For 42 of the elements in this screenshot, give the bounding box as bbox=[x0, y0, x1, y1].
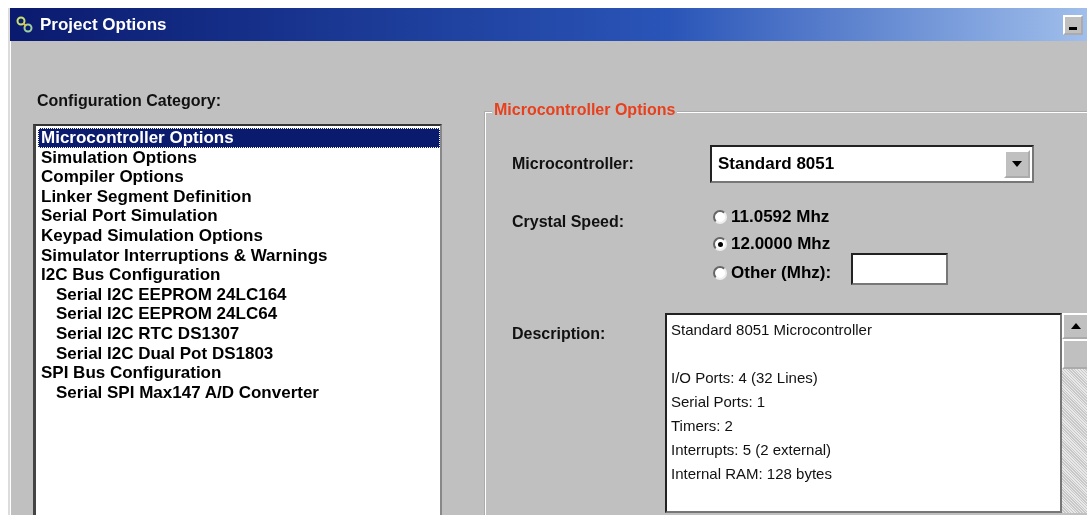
radio-label: 11.0592 Mhz bbox=[731, 207, 830, 227]
scrollbar[interactable] bbox=[1062, 313, 1087, 513]
scroll-up-button[interactable] bbox=[1062, 313, 1087, 339]
category-item[interactable]: Compiler Options bbox=[38, 167, 440, 187]
other-speed-field[interactable] bbox=[851, 253, 949, 285]
crystal-speed-label: Crystal Speed: bbox=[512, 213, 626, 231]
description-label: Description: bbox=[512, 325, 607, 343]
radio-button[interactable] bbox=[713, 210, 727, 224]
category-item[interactable]: Serial I2C Dual Pot DS1803 bbox=[38, 343, 440, 364]
category-item[interactable]: Simulator Interruptions & Warnings bbox=[38, 245, 440, 266]
description-line: Interrupts: 5 (2 external) bbox=[671, 440, 833, 460]
category-item[interactable]: Keypad Simulation Options bbox=[38, 225, 440, 246]
category-item[interactable]: Microcontroller Options bbox=[38, 128, 440, 148]
category-item[interactable]: Serial SPI Max147 A/D Converter bbox=[38, 382, 440, 403]
radio-label: Other (Mhz): bbox=[731, 263, 832, 283]
description-line: Timers: 2 bbox=[671, 416, 734, 436]
category-item[interactable]: Serial I2C EEPROM 24LC64 bbox=[38, 304, 440, 324]
radio-button[interactable] bbox=[713, 237, 727, 251]
window-title: Project Options bbox=[40, 14, 168, 35]
category-label: Configuration Category: bbox=[37, 92, 222, 110]
microcontroller-label: Microcontroller: bbox=[512, 155, 635, 173]
group-title: Microcontroller Options bbox=[492, 101, 678, 119]
description-heading: Standard 8051 Microcontroller bbox=[671, 320, 873, 340]
description-line: I/O Ports: 4 (32 Lines) bbox=[671, 368, 819, 388]
category-item[interactable]: Serial I2C EEPROM 24LC164 bbox=[38, 284, 440, 305]
category-item[interactable]: Serial I2C RTC DS1307 bbox=[38, 323, 440, 344]
category-item[interactable]: I2C Bus Configuration bbox=[38, 265, 440, 285]
microcontroller-dropdown[interactable]: Standard 8051 bbox=[710, 145, 1034, 183]
minimize-button[interactable] bbox=[1063, 14, 1083, 35]
category-item[interactable]: Serial Port Simulation bbox=[38, 206, 440, 226]
app-icon bbox=[16, 15, 34, 34]
category-item[interactable]: SPI Bus Configuration bbox=[38, 363, 440, 383]
caret-icon bbox=[1012, 161, 1022, 167]
category-item[interactable]: Linker Segment Definition bbox=[38, 186, 440, 207]
description-line: Internal RAM: 128 bytes bbox=[671, 464, 833, 484]
dropdown-button[interactable] bbox=[1004, 150, 1030, 178]
radio-button[interactable] bbox=[713, 266, 727, 280]
description-line: Serial Ports: 1 bbox=[671, 392, 767, 412]
category-item[interactable]: Simulation Options bbox=[38, 147, 440, 168]
up-arrow-icon bbox=[1070, 323, 1081, 329]
radio-label: 12.0000 Mhz bbox=[731, 234, 831, 254]
scroll-thumb[interactable] bbox=[1062, 339, 1087, 369]
